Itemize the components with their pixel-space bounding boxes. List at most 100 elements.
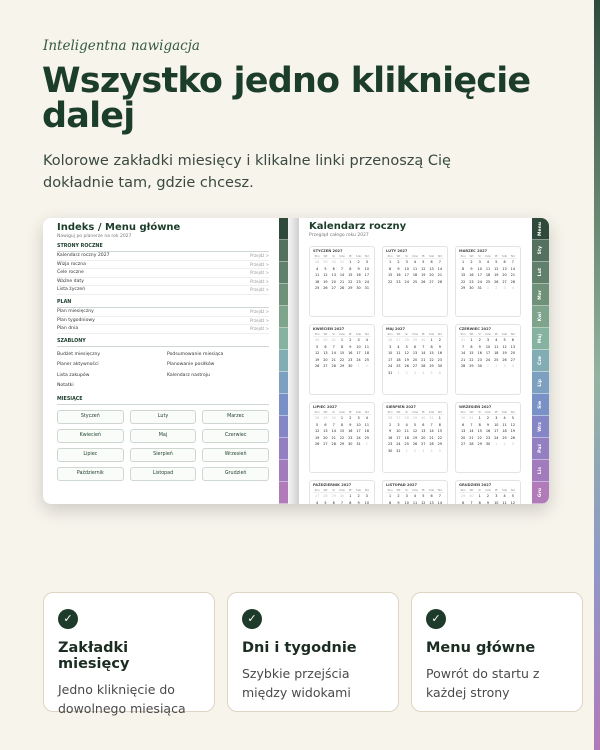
- month-button[interactable]: Czerwiec: [202, 428, 269, 443]
- day-cell[interactable]: 24: [484, 357, 492, 364]
- day-cell[interactable]: 13: [459, 428, 467, 435]
- day-cell[interactable]: 30: [484, 441, 492, 448]
- day-cell[interactable]: 20: [411, 357, 419, 364]
- month-calendar[interactable]: PAŹDZIERNIK 2027 Pon Wt Śr Czw Pt Sob Nd 27 28 29 3…: [309, 480, 375, 504]
- day-cell[interactable]: 8: [346, 500, 354, 504]
- day-cell[interactable]: 16: [354, 272, 362, 279]
- template-link[interactable]: Lista zakupów: [57, 371, 159, 382]
- go-link[interactable]: Przejdź >: [250, 252, 269, 260]
- day-cell[interactable]: 23: [346, 435, 354, 442]
- day-cell[interactable]: 7: [436, 259, 444, 266]
- day-cell[interactable]: 19: [509, 428, 517, 435]
- day-cell[interactable]: 18: [363, 428, 371, 435]
- month-tab[interactable]: Lut: [532, 262, 549, 284]
- day-cell[interactable]: 27: [459, 441, 467, 448]
- day-cell[interactable]: 26: [500, 357, 508, 364]
- day-cell[interactable]: 14: [330, 428, 338, 435]
- day-cell[interactable]: 23: [476, 357, 484, 364]
- month-calendar[interactable]: MARZEC 2027 Pon Wt Śr Czw Pt Sob Nd 1 2 3 4 5 6 7 8 9 10 1…: [455, 246, 521, 317]
- month-tab[interactable]: [279, 306, 288, 328]
- day-cell[interactable]: 9: [476, 344, 484, 351]
- index-link-row[interactable]: Plan miesięczny Przejdź >: [57, 308, 269, 317]
- day-cell[interactable]: 27: [411, 363, 419, 370]
- day-cell[interactable]: 11: [492, 344, 500, 351]
- day-cell[interactable]: 11: [313, 272, 321, 279]
- day-cell[interactable]: 10: [386, 350, 394, 357]
- month-tab[interactable]: [279, 394, 288, 416]
- day-cell[interactable]: 12: [509, 422, 517, 429]
- day-cell[interactable]: 25: [411, 279, 419, 286]
- month-tab[interactable]: Lis: [532, 460, 549, 482]
- day-cell[interactable]: 11: [411, 266, 419, 273]
- month-tab[interactable]: [279, 284, 288, 306]
- month-tab[interactable]: Menu: [532, 218, 549, 240]
- day-cell[interactable]: 8: [346, 266, 354, 273]
- day-cell[interactable]: 9: [436, 344, 444, 351]
- template-link[interactable]: Planowanie posiłków: [167, 360, 269, 371]
- day-cell[interactable]: 28: [427, 441, 435, 448]
- day-cell[interactable]: 14: [338, 272, 346, 279]
- day-cell[interactable]: 2: [467, 259, 475, 266]
- day-cell[interactable]: 14: [427, 428, 435, 435]
- day-cell[interactable]: 29: [476, 441, 484, 448]
- day-cell[interactable]: 11: [484, 266, 492, 273]
- day-cell[interactable]: 24: [363, 279, 371, 286]
- day-cell[interactable]: 9: [386, 428, 394, 435]
- month-calendar[interactable]: LIPIEC 2027 Pon Wt Śr Czw Pt Sob Nd 28 29 30 1 2 3 4 5 6…: [309, 402, 375, 473]
- day-cell[interactable]: 13: [500, 266, 508, 273]
- day-cell[interactable]: 7: [459, 344, 467, 351]
- day-cell[interactable]: 14: [467, 428, 475, 435]
- day-cell[interactable]: 12: [313, 350, 321, 357]
- day-cell[interactable]: 15: [338, 350, 346, 357]
- day-cell[interactable]: 7: [338, 500, 346, 504]
- day-cell[interactable]: 1: [346, 259, 354, 266]
- month-tab[interactable]: [279, 482, 288, 504]
- month-button[interactable]: Listopad: [129, 466, 197, 481]
- day-cell[interactable]: 18: [500, 428, 508, 435]
- day-cell[interactable]: 22: [386, 279, 394, 286]
- day-cell[interactable]: 16: [394, 272, 402, 279]
- day-cell[interactable]: 28: [338, 285, 346, 292]
- day-cell[interactable]: 8: [338, 422, 346, 429]
- day-cell[interactable]: 29: [338, 363, 346, 370]
- day-cell[interactable]: 21: [330, 435, 338, 442]
- day-cell[interactable]: 4: [394, 344, 402, 351]
- day-cell[interactable]: 3: [403, 493, 411, 500]
- day-cell[interactable]: 17: [354, 428, 362, 435]
- day-cell[interactable]: 9: [484, 500, 492, 504]
- template-link[interactable]: Budżet miesięczny: [57, 350, 159, 361]
- day-cell[interactable]: 3: [363, 259, 371, 266]
- day-cell[interactable]: 8: [386, 500, 394, 504]
- month-tab[interactable]: [279, 218, 288, 240]
- month-tab[interactable]: [279, 416, 288, 438]
- day-cell[interactable]: 1: [338, 415, 346, 422]
- day-cell[interactable]: 5: [492, 259, 500, 266]
- day-cell[interactable]: 16: [484, 428, 492, 435]
- day-cell[interactable]: 7: [338, 266, 346, 273]
- day-cell[interactable]: 30: [436, 363, 444, 370]
- day-cell[interactable]: 20: [419, 435, 427, 442]
- day-cell[interactable]: 7: [467, 500, 475, 504]
- day-cell[interactable]: 13: [427, 500, 435, 504]
- day-cell[interactable]: 17: [354, 350, 362, 357]
- day-cell[interactable]: 27: [330, 285, 338, 292]
- month-button[interactable]: Maj: [129, 428, 197, 443]
- day-cell[interactable]: 25: [403, 441, 411, 448]
- day-cell[interactable]: 11: [394, 350, 402, 357]
- day-cell[interactable]: 9: [467, 266, 475, 273]
- day-cell[interactable]: 28: [467, 441, 475, 448]
- day-cell[interactable]: 31: [476, 285, 484, 292]
- day-cell[interactable]: 6: [500, 259, 508, 266]
- day-cell[interactable]: 20: [509, 350, 517, 357]
- day-cell[interactable]: 8: [427, 344, 435, 351]
- month-tab[interactable]: Wrz: [532, 416, 549, 438]
- day-cell[interactable]: 15: [346, 272, 354, 279]
- day-cell[interactable]: 9: [354, 266, 362, 273]
- day-cell[interactable]: 30: [346, 363, 354, 370]
- month-tab[interactable]: Paź: [532, 438, 549, 460]
- day-cell[interactable]: 25: [492, 357, 500, 364]
- day-cell[interactable]: 26: [321, 285, 329, 292]
- day-cell[interactable]: 10: [403, 500, 411, 504]
- day-cell[interactable]: 13: [321, 350, 329, 357]
- day-cell[interactable]: 21: [459, 357, 467, 364]
